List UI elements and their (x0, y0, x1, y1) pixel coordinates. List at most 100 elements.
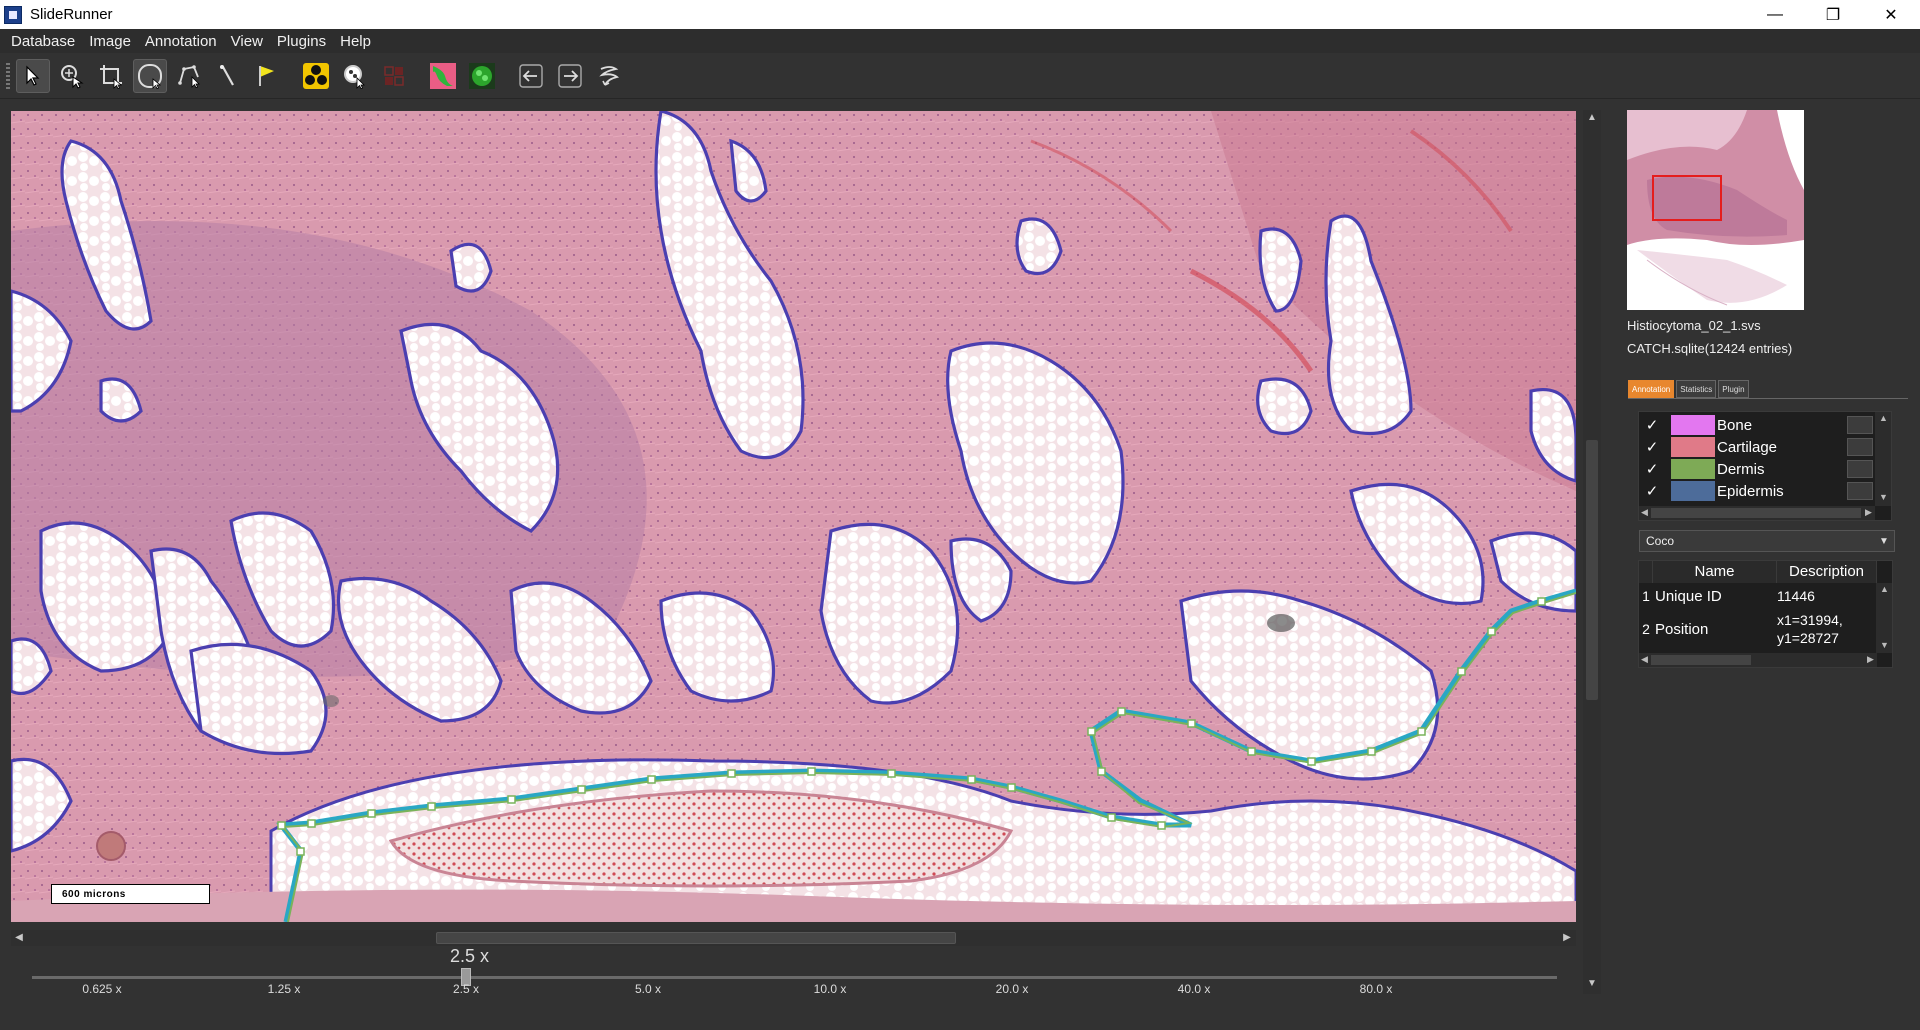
table-row[interactable]: 2 Position x1=31994, y1=28727 (1639, 609, 1877, 649)
class-action-button[interactable] (1847, 460, 1873, 478)
flag-icon[interactable] (250, 59, 284, 93)
polygon-annotation-icon[interactable] (172, 59, 206, 93)
menu-view[interactable]: View (224, 33, 270, 50)
table-row[interactable]: 1 Unique ID 11446 (1639, 585, 1877, 607)
menu-plugins[interactable]: Plugins (270, 33, 333, 50)
properties-horizontal-scrollbar[interactable]: ◀ ▶ (1639, 653, 1877, 667)
cursor-swirl-icon[interactable] (592, 59, 626, 93)
class-name: Bone (1717, 416, 1753, 434)
forward-arrow-icon[interactable] (553, 59, 587, 93)
scroll-left-icon[interactable]: ◀ (1641, 654, 1648, 665)
zoom-tick-label: 1.25 x (267, 982, 301, 996)
minimize-button[interactable]: — (1746, 0, 1804, 29)
class-color-swatch[interactable] (1671, 459, 1715, 479)
menu-annotation[interactable]: Annotation (138, 33, 224, 50)
menu-image[interactable]: Image (82, 33, 138, 50)
class-set-dropdown[interactable]: Coco ▼ (1639, 530, 1895, 552)
grid-icon[interactable] (377, 59, 411, 93)
class-action-button[interactable] (1847, 438, 1873, 456)
row-index: 1 (1642, 588, 1650, 604)
database-info: CATCH.sqlite(12424 entries) (1627, 341, 1793, 356)
cells-icon[interactable] (299, 59, 333, 93)
class-row-cartilage[interactable]: ✓ Cartilage (1639, 436, 1875, 458)
class-checkbox[interactable]: ✓ (1641, 438, 1663, 456)
scale-bar: 600 microns (51, 884, 210, 904)
class-color-swatch[interactable] (1671, 415, 1715, 435)
wand-icon[interactable] (211, 59, 245, 93)
scroll-up-icon[interactable]: ▲ (1880, 584, 1889, 594)
zoom-tick-label: 10.0 x (813, 982, 847, 996)
viewport-indicator[interactable] (1652, 175, 1722, 221)
scroll-down-icon[interactable]: ▼ (1879, 492, 1888, 502)
zoom-tick-label: 5.0 x (634, 982, 662, 996)
horizontal-scroll-thumb[interactable] (436, 932, 956, 944)
window-title: SlideRunner (30, 6, 113, 23)
row-index-header (1639, 561, 1653, 583)
zoom-cells-icon[interactable] (338, 59, 372, 93)
class-checkbox[interactable]: ✓ (1641, 416, 1663, 434)
menu-database[interactable]: Database (4, 33, 82, 50)
class-action-button[interactable] (1847, 416, 1873, 434)
class-row-bone[interactable]: ✓ Bone (1639, 414, 1875, 436)
class-row-dermis[interactable]: ✓ Dermis (1639, 458, 1875, 480)
slide-overview[interactable] (1627, 110, 1804, 310)
scroll-right-icon[interactable]: ▶ (1867, 654, 1874, 665)
scroll-left-icon[interactable]: ◀ (13, 932, 25, 944)
zoom-slider-track[interactable] (32, 976, 1557, 979)
crop-icon[interactable] (94, 59, 128, 93)
arrow-pointer-icon[interactable] (16, 58, 50, 93)
overlay-toggle-icon[interactable] (426, 59, 460, 93)
restore-button[interactable]: ❐ (1804, 0, 1862, 29)
column-header-name[interactable]: Name (1653, 561, 1777, 583)
tab-annotation[interactable]: Annotation (1628, 380, 1675, 398)
menu-help[interactable]: Help (333, 33, 378, 50)
viewer-vertical-scrollbar[interactable]: ▲ ▼ (1583, 110, 1601, 994)
scroll-up-icon[interactable]: ▲ (1586, 112, 1598, 124)
chevron-down-icon[interactable]: ▼ (1874, 536, 1894, 547)
class-color-swatch[interactable] (1671, 481, 1715, 501)
vertical-scroll-thumb[interactable] (1586, 440, 1598, 700)
tab-plugin[interactable]: Plugin (1718, 380, 1749, 398)
tab-statistics[interactable]: Statistics (1676, 380, 1717, 398)
class-list: ✓ Bone ✓ Cartilage ✓ Dermis ✓ Epidermis … (1638, 411, 1892, 521)
scroll-right-icon[interactable]: ▶ (1865, 507, 1872, 518)
scroll-down-icon[interactable]: ▼ (1880, 640, 1889, 650)
horizontal-scroll-thumb[interactable] (1651, 655, 1751, 665)
zoom-current-label: 2.5 x (450, 946, 490, 966)
back-arrow-icon[interactable] (514, 59, 548, 93)
class-action-button[interactable] (1847, 482, 1873, 500)
zoom-select-icon[interactable] (55, 59, 89, 93)
zoom-slider-area: 2.5 x 0.625 x 1.25 x 2.5 x 5.0 x 10.0 x … (20, 946, 1570, 1006)
zoom-tick-label: 2.5 x (452, 982, 480, 996)
slide-image (11, 111, 1576, 922)
scroll-up-icon[interactable]: ▲ (1879, 413, 1888, 423)
property-value: 11446 (1777, 588, 1815, 604)
scroll-left-icon[interactable]: ◀ (1641, 507, 1648, 518)
zoom-tick-label: 20.0 x (995, 982, 1029, 996)
properties-vertical-scrollbar[interactable]: ▲ ▼ (1876, 583, 1892, 653)
circle-annotation-icon[interactable] (133, 58, 167, 93)
class-row-epidermis[interactable]: ✓ Epidermis (1639, 480, 1875, 502)
slide-viewer[interactable]: 600 microns (11, 111, 1576, 922)
scroll-down-icon[interactable]: ▼ (1586, 978, 1598, 990)
close-button[interactable]: ✕ (1862, 0, 1920, 29)
class-list-horizontal-scrollbar[interactable]: ◀ ▶ (1639, 506, 1875, 520)
scroll-right-icon[interactable]: ▶ (1561, 932, 1573, 944)
class-color-swatch[interactable] (1671, 437, 1715, 457)
table-header: Name Description (1639, 561, 1877, 583)
sidebar-tabs: Annotation Statistics Plugin (1628, 380, 1751, 398)
zoom-tick-label: 40.0 x (1177, 982, 1211, 996)
class-list-vertical-scrollbar[interactable]: ▲ ▼ (1875, 412, 1891, 506)
class-checkbox[interactable]: ✓ (1641, 482, 1663, 500)
zoom-tick-label: 0.625 x (82, 982, 122, 996)
row-index: 2 (1642, 621, 1650, 637)
toolbar-grip[interactable] (6, 62, 10, 89)
zoom-tick-label: 80.0 x (1359, 982, 1393, 996)
class-set-value: Coco (1646, 534, 1675, 548)
viewer-horizontal-scrollbar[interactable]: ◀ ▶ (11, 930, 1576, 946)
heatmap-icon[interactable] (465, 59, 499, 93)
column-header-description[interactable]: Description (1777, 561, 1877, 583)
tabs-divider (1628, 398, 1908, 399)
horizontal-scroll-thumb[interactable] (1651, 508, 1861, 518)
class-checkbox[interactable]: ✓ (1641, 460, 1663, 478)
